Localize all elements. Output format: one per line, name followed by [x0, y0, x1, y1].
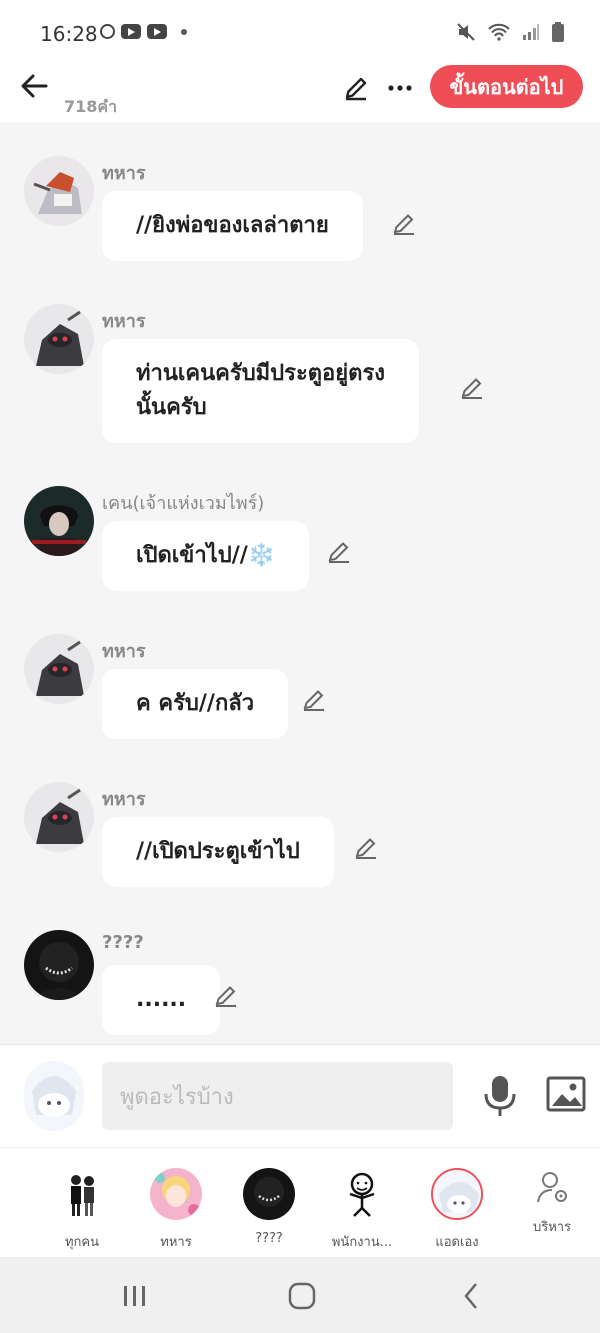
system-navbar	[0, 1257, 600, 1333]
sender-name: ทหาร	[102, 163, 146, 184]
character-label: ทุกคน	[64, 1235, 100, 1250]
youtube-icon	[121, 24, 141, 39]
edit-message-icon[interactable]	[212, 982, 240, 1010]
my-avatar[interactable]	[24, 1061, 84, 1131]
sender-name: ทหาร	[102, 311, 146, 332]
edit-icon[interactable]	[342, 74, 370, 102]
image-icon[interactable]	[546, 1076, 586, 1112]
signal-icon	[523, 24, 539, 40]
character-avatar	[150, 1168, 202, 1220]
character-item[interactable]: พนักงาน...	[322, 1148, 402, 1258]
character-avatar	[243, 1168, 295, 1220]
character-label: แอดเอง	[435, 1235, 479, 1250]
message-bubble[interactable]: เปิดเข้าไป//❄️	[102, 521, 310, 591]
edit-message-icon[interactable]	[352, 834, 380, 862]
back-arrow-icon[interactable]	[18, 70, 50, 102]
character-bar: ทุกคน ทหาร ???? พนักงาน... แอดเอง บริหาร	[0, 1147, 600, 1257]
status-time: 16:28	[40, 22, 98, 46]
message-bubble[interactable]: ค ครับ//กลัว	[102, 669, 289, 739]
edit-message-icon[interactable]	[300, 686, 328, 714]
sender-name: เคน(เจ้าแห่งเวมไพร์)	[102, 493, 265, 514]
sender-name: ????	[102, 932, 144, 953]
edit-message-icon[interactable]	[325, 538, 353, 566]
avatar[interactable]	[24, 634, 94, 704]
character-avatar	[336, 1168, 388, 1220]
edit-message-icon[interactable]	[458, 374, 486, 402]
character-label: ทหาร	[160, 1235, 192, 1250]
avatar[interactable]	[24, 486, 94, 556]
character-item[interactable]: ????	[229, 1148, 309, 1258]
message-bubble[interactable]: ......	[102, 965, 221, 1035]
character-item[interactable]: ทุกคน	[42, 1148, 122, 1258]
manage-label: บริหาร	[532, 1220, 572, 1235]
character-item[interactable]: ทหาร	[136, 1148, 216, 1258]
message-bubble[interactable]: ท่านเคนครับมีประตูอยู่ตรง นั้นครับ	[102, 339, 420, 443]
edit-message-icon[interactable]	[390, 210, 418, 238]
chat-list: ทหาร //ยิงพ่อของเลล่าตาย ทหาร ท่านเคนครั…	[0, 122, 600, 1044]
character-label: ????	[255, 1231, 283, 1246]
status-bar: 16:28	[0, 0, 600, 62]
avatar[interactable]	[24, 304, 94, 374]
message-input[interactable]: พูดอะไรบ้าง	[102, 1062, 453, 1130]
character-item[interactable]: แอดเอง	[417, 1148, 497, 1258]
notification-icon	[100, 24, 115, 39]
manage-button[interactable]: บริหาร	[512, 1148, 592, 1258]
battery-icon	[552, 22, 564, 42]
message-input-bar: พูดอะไรบ้าง	[0, 1044, 600, 1147]
word-count: 718คำ	[64, 97, 118, 116]
sender-name: ทหาร	[102, 789, 146, 810]
more-notifications-icon	[181, 28, 187, 35]
recent-apps-icon[interactable]	[122, 1284, 148, 1308]
character-avatar	[431, 1168, 483, 1220]
home-icon[interactable]	[288, 1282, 316, 1310]
wifi-icon	[488, 23, 510, 41]
next-step-button[interactable]: ขั้นตอนต่อไป	[430, 65, 583, 108]
youtube-icon	[147, 24, 167, 39]
avatar[interactable]	[24, 156, 94, 226]
more-options-icon[interactable]	[386, 74, 414, 102]
avatar[interactable]	[24, 930, 94, 1000]
microphone-icon[interactable]	[482, 1074, 518, 1118]
back-icon[interactable]	[462, 1282, 480, 1310]
character-label: พนักงาน...	[331, 1235, 393, 1250]
manage-user-icon	[537, 1172, 567, 1203]
header: 718คำ ขั้นตอนต่อไป	[0, 62, 600, 122]
message-bubble[interactable]: //ยิงพ่อของเลล่าตาย	[102, 191, 363, 261]
avatar[interactable]	[24, 782, 94, 852]
character-avatar	[56, 1168, 108, 1220]
sender-name: ทหาร	[102, 641, 146, 662]
mute-icon	[457, 23, 475, 41]
message-bubble[interactable]: //เปิดประตูเข้าไป	[102, 817, 334, 887]
